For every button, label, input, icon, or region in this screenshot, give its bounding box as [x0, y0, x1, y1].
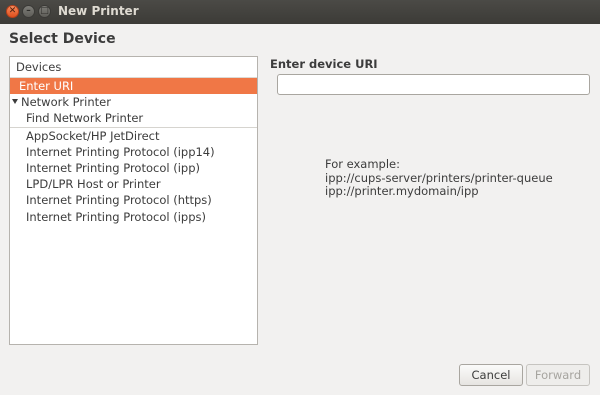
device-item-enter-uri[interactable]: Enter URI	[10, 78, 257, 95]
device-item-label: Internet Printing Protocol (ipp)	[26, 160, 200, 175]
device-item-label: Find Network Printer	[26, 111, 144, 126]
device-item-label: Internet Printing Protocol (ipps)	[26, 209, 206, 224]
device-item-ipp14[interactable]: Internet Printing Protocol (ipp14)	[10, 144, 257, 160]
example-uri-1: ipp://cups-server/printers/printer-queue	[325, 170, 553, 185]
uri-example-text: For example: ipp://cups-server/printers/…	[325, 157, 553, 199]
device-uri-label: Enter device URI	[270, 57, 378, 71]
device-item-label: LPD/LPR Host or Printer	[26, 177, 161, 192]
example-intro: For example:	[325, 157, 400, 171]
title-bar: ✕ – □ New Printer	[0, 0, 600, 24]
device-item-find-network-printer[interactable]: Find Network Printer	[10, 110, 257, 128]
close-icon: ✕	[8, 6, 17, 16]
device-list[interactable]: Devices Enter URI Network Printer Find N…	[9, 56, 258, 345]
device-item-ipp[interactable]: Internet Printing Protocol (ipp)	[10, 160, 257, 176]
device-group-label: Network Printer	[21, 95, 111, 110]
close-window-button[interactable]: ✕	[6, 5, 19, 18]
forward-button[interactable]: Forward	[526, 364, 590, 386]
device-item-lpd[interactable]: LPD/LPR Host or Printer	[10, 176, 257, 192]
expander-arrow-icon[interactable]	[12, 99, 18, 105]
device-item-label: Enter URI	[19, 79, 74, 93]
page-title: Select Device	[9, 31, 116, 47]
device-item-label: Internet Printing Protocol (ipp14)	[26, 144, 215, 159]
device-group-network-printer[interactable]: Network Printer	[10, 94, 257, 110]
device-item-https[interactable]: Internet Printing Protocol (https)	[10, 192, 257, 208]
device-item-appsocket[interactable]: AppSocket/HP JetDirect	[10, 128, 257, 144]
window-title: New Printer	[58, 4, 139, 18]
device-item-ipps[interactable]: Internet Printing Protocol (ipps)	[10, 209, 257, 225]
device-item-label: Internet Printing Protocol (https)	[26, 193, 212, 208]
minimize-window-button[interactable]: –	[22, 5, 35, 18]
minimize-icon: –	[26, 6, 31, 16]
maximize-icon: □	[40, 6, 49, 16]
device-item-label: AppSocket/HP JetDirect	[26, 128, 160, 143]
device-uri-input[interactable]	[277, 74, 590, 95]
cancel-button[interactable]: Cancel	[459, 364, 523, 386]
maximize-window-button[interactable]: □	[38, 5, 51, 18]
device-list-header: Devices	[10, 57, 257, 78]
example-uri-2: ipp://printer.mydomain/ipp	[325, 184, 479, 198]
